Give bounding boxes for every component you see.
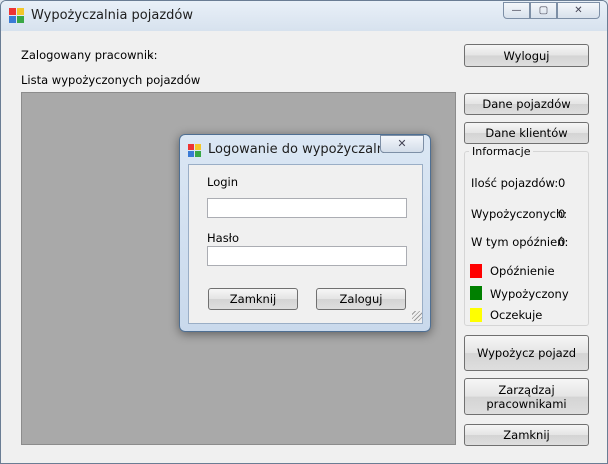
close-icon: ✕ (397, 137, 407, 150)
manage-employees-line2: pracownikami (486, 396, 567, 411)
manage-employees-button[interactable]: Zarządzaj pracownikami (464, 378, 589, 415)
delayed-count-label: W tym opóźnień: (471, 235, 569, 249)
login-label: Login (207, 175, 239, 189)
window-title: Wypożyczalnia pojazdów (31, 8, 193, 23)
resize-grip[interactable] (412, 311, 422, 321)
rented-list-label: Lista wypożyczonych pojazdów (21, 73, 201, 87)
maximize-button[interactable]: ▢ (530, 2, 557, 19)
dialog-login-button[interactable]: Zaloguj (316, 288, 406, 310)
logged-employee-label: Zalogowany pracownik: (21, 48, 158, 62)
password-label: Hasło (207, 231, 239, 245)
minimize-button[interactable]: — (503, 2, 530, 19)
legend-label-delayed: Opóźnienie (490, 264, 555, 278)
manage-employees-line1: Zarządzaj (498, 382, 555, 397)
rented-count-label: Wypożyczonych: (471, 207, 568, 221)
logout-button[interactable]: Wyloguj (464, 44, 589, 67)
dialog-body: Login Hasło Zamknij Zaloguj (188, 164, 423, 324)
maximize-icon: ▢ (538, 5, 549, 16)
login-dialog: Logowanie do wypożyczalni a... ✕ Login H… (179, 134, 431, 332)
delayed-count-value: 0 (558, 235, 566, 249)
rent-vehicle-button[interactable]: Wypożycz pojazd (464, 335, 589, 371)
dialog-cancel-button[interactable]: Zamknij (208, 288, 298, 310)
legend-swatch-delayed (470, 264, 482, 278)
legend-label-rented: Wypożyczony (490, 287, 569, 301)
vehicle-count-label: Ilość pojazdów: (471, 176, 559, 190)
legend-swatch-rented (470, 286, 482, 300)
vehicle-count-value: 0 (558, 176, 566, 190)
login-input[interactable] (207, 198, 407, 218)
close-window-button[interactable]: ✕ (557, 2, 600, 19)
legend-swatch-waiting (470, 308, 482, 322)
legend-label-waiting: Oczekuje (490, 308, 543, 322)
logged-employee-value: - (149, 48, 154, 62)
vehicle-data-button[interactable]: Dane pojazdów (464, 93, 589, 115)
password-input[interactable] (207, 246, 407, 266)
info-group-title: Informacje (469, 145, 534, 158)
dialog-close-button[interactable]: ✕ (380, 135, 424, 153)
rented-count-value: 0 (558, 207, 566, 221)
dialog-app-icon (188, 144, 201, 157)
title-bar[interactable]: Wypożyczalnia pojazdów — ▢ ✕ (1, 1, 607, 31)
app-icon (9, 8, 24, 23)
close-icon: ✕ (574, 5, 583, 16)
main-window: Wypożyczalnia pojazdów — ▢ ✕ Zalogowany … (0, 0, 608, 464)
minimize-icon: — (511, 5, 522, 16)
client-data-button[interactable]: Dane klientów (464, 122, 589, 144)
close-app-button[interactable]: Zamknij (464, 424, 589, 446)
